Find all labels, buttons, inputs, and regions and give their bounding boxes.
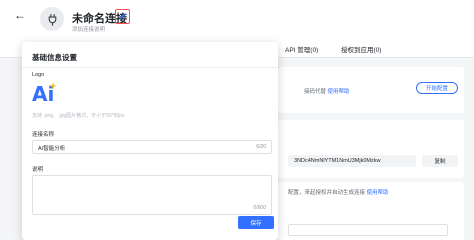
config-help-link[interactable]: 使用帮助 [328,89,350,95]
config-card: 接码代替 使用帮助 开始配置 [278,67,464,113]
edit-pencil-icon[interactable] [115,9,130,24]
start-config-button[interactable]: 开始配置 [416,82,458,94]
page-header: ← 未命名连接 添加连接说明 [0,0,474,40]
name-label: 连接名称 [32,132,55,138]
auth-input[interactable] [288,224,448,236]
name-char-count: 6/20 [256,144,266,150]
connection-description[interactable]: 添加连接说明 [72,25,105,33]
copy-button[interactable]: 复制 [422,155,458,167]
tab-authorized-apps[interactable]: 授权到应用(0) [341,44,381,54]
logo-upload[interactable]: Ai [32,82,57,106]
popover-title: 基础信息设置 [32,53,77,62]
sparkle-icon [49,82,57,90]
logo-label: Logo [32,72,45,78]
connector-plug-icon [40,7,64,31]
auth-card-text: 配置，来起授权并自动生成连接 [288,190,366,196]
name-input-value: AI智能分析 [38,146,66,152]
description-textarea[interactable]: 0/600 [32,175,272,215]
auth-help-link[interactable]: 使用帮助 [367,190,389,196]
divider [22,67,278,68]
token-card: 3NDc4NmNlYTM1NmU3Mjk0Mzkw 复制 [278,120,464,178]
save-button[interactable]: 保存 [238,216,274,229]
auth-card: 配置，来起授权并自动生成连接 使用帮助 [278,182,464,240]
description-label: 说明 [32,167,44,173]
tab-api-management[interactable]: API 管理(0) [285,44,318,54]
token-value: 3NDc4NmNlYTM1NmU3Mjk0Mzkw [288,155,416,167]
logo-hint: 支持 .png、.jpg图片格式，不小于80*80px [32,113,125,119]
back-arrow-icon[interactable]: ← [14,8,26,22]
basic-info-popover: 基础信息设置 Logo Ai 支持 .png、.jpg图片格式，不小于80*80… [22,42,278,240]
name-input[interactable]: AI智能分析 6/20 [32,140,272,154]
config-card-text: 接码代替 [304,89,327,95]
description-char-count: 0/600 [253,205,266,211]
